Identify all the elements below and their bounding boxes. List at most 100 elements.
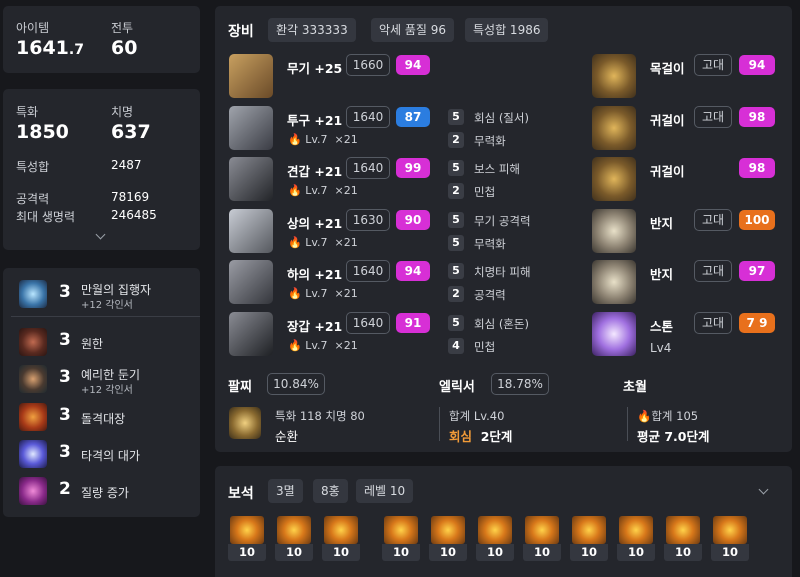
transcend-average: 평균 7.0단계 — [637, 429, 710, 444]
gear-name: 상의 +21 — [287, 216, 343, 231]
gem-level: 10 — [476, 544, 514, 561]
spec-value: 1850 — [16, 121, 69, 143]
gem-level: 10 — [228, 544, 266, 561]
quality-badge: 99 — [396, 158, 430, 178]
effect-level: 5 — [448, 263, 464, 279]
accessory-name: 귀걸이 — [650, 164, 685, 179]
gem-level: 10 — [429, 544, 467, 561]
engraving-row[interactable]: 3 원한 — [11, 324, 200, 360]
battle-level-label: 전투 — [111, 21, 134, 35]
gear-name: 장갑 +21 — [287, 319, 343, 334]
gem[interactable]: 10 — [228, 516, 266, 561]
engraving-row[interactable]: 3 만월의 집행자 +12 각인서 — [11, 276, 200, 312]
raid-captain-engraving-icon — [19, 403, 47, 431]
equipment-panel: 장비 환각 333333 악세 품질 96 특성합 1986 무기 +25 16… — [215, 6, 792, 452]
engraving-level: 3 — [59, 405, 71, 425]
engraving-book: +12 각인서 — [81, 300, 133, 311]
gloves-icon — [229, 312, 273, 356]
gems-chevron-down-icon[interactable] — [758, 484, 769, 495]
stats-panel: 특화 1850 치명 637 특성합 2487 공격력 78169 최대 생명력… — [3, 89, 200, 250]
engraving-row[interactable]: 3 돌격대장 — [11, 399, 200, 435]
shoulder-icon — [229, 157, 273, 201]
max-hp-value: 246485 — [111, 208, 157, 222]
gear-sub-level: 🔥 Lv.7 ×21 — [288, 236, 358, 249]
quality-badge: 97 — [739, 261, 775, 281]
gem-level: 10 — [570, 544, 608, 561]
moon-engraving-icon — [19, 280, 47, 308]
grudge-engraving-icon — [19, 328, 47, 356]
attack-label: 공격력 — [16, 192, 50, 206]
gem-icon — [431, 516, 465, 544]
gem[interactable]: 10 — [711, 516, 749, 561]
tag-annihilation: 3멸 — [268, 479, 303, 503]
effect-level: 5 — [448, 109, 464, 125]
accessory-name: 스톤 — [650, 319, 674, 334]
quality-badge: 100 — [739, 210, 775, 230]
effect-name: 무기 공격력 — [474, 214, 531, 228]
gem[interactable]: 10 — [382, 516, 420, 561]
item-level-pill: 1640 — [346, 312, 390, 334]
tag-illusion: 환각 333333 — [268, 18, 356, 42]
gem[interactable]: 10 — [275, 516, 313, 561]
gem[interactable]: 10 — [476, 516, 514, 561]
accessory-name: 귀걸이 — [650, 113, 685, 128]
bracelet-stats: 특화 118 치명 80 — [275, 409, 365, 423]
gear-name: 견갑 +21 — [287, 164, 343, 179]
fire-icon: 🔥 — [288, 236, 302, 249]
equipment-title: 장비 — [228, 24, 254, 40]
engraving-level: 3 — [59, 282, 71, 302]
item-level-value: 1641.7 — [16, 37, 84, 59]
elixir-effect: 회심 2단계 — [449, 429, 513, 444]
gem-level: 10 — [523, 544, 561, 561]
gem[interactable]: 10 — [429, 516, 467, 561]
tag-stat-sum: 특성합 1986 — [465, 18, 549, 42]
effect-level: 2 — [448, 183, 464, 199]
gem-icon — [525, 516, 559, 544]
engraving-row[interactable]: 2 질량 증가 — [11, 473, 200, 509]
fire-icon: 🔥 — [288, 339, 302, 352]
effect-level: 5 — [448, 160, 464, 176]
gem[interactable]: 10 — [664, 516, 702, 561]
grade-pill: 고대 — [694, 54, 732, 76]
effect-name: 민첩 — [474, 340, 496, 354]
fire-icon: 🔥 — [637, 409, 652, 423]
gear-name: 투구 +21 — [287, 113, 343, 128]
elixir-title: 엘릭서 — [439, 380, 475, 395]
gear-sub-level: 🔥 Lv.7 ×21 — [288, 287, 358, 300]
attack-value: 78169 — [111, 190, 150, 204]
engraving-row[interactable]: 3 타격의 대가 — [11, 436, 200, 472]
engraving-book: +12 각인서 — [81, 385, 133, 396]
helmet-icon — [229, 106, 273, 150]
weapon-icon — [229, 54, 273, 98]
quality-badge: 98 — [739, 107, 775, 127]
earring-icon — [592, 106, 636, 150]
gear-name: 무기 +25 — [287, 61, 343, 76]
gem[interactable]: 10 — [523, 516, 561, 561]
tag-accessory-quality: 악세 품질 96 — [371, 18, 455, 42]
gear-sub-level: 🔥 Lv.7 ×21 — [288, 339, 358, 352]
ring-icon — [592, 260, 636, 304]
gem-icon — [572, 516, 606, 544]
gem-level: 10 — [664, 544, 702, 561]
engraving-row[interactable]: 3 예리한 둔기 +12 각인서 — [11, 361, 200, 397]
gem[interactable]: 10 — [570, 516, 608, 561]
divider — [11, 316, 200, 317]
pants-icon — [229, 260, 273, 304]
effect-name: 공격력 — [474, 288, 506, 302]
accessory-name: 반지 — [650, 267, 674, 282]
gem-level: 10 — [382, 544, 420, 561]
grade-pill: 고대 — [694, 260, 732, 282]
item-level-pill: 1630 — [346, 209, 390, 231]
bracelet-percent: 10.84% — [267, 373, 325, 395]
mass-increase-engraving-icon — [19, 477, 47, 505]
transcend-title: 초월 — [623, 380, 647, 395]
effect-level: 5 — [448, 315, 464, 331]
tag-gem-level: 레벨 10 — [356, 479, 414, 503]
gem[interactable]: 10 — [617, 516, 655, 561]
gem[interactable]: 10 — [322, 516, 360, 561]
grade-pill: 고대 — [694, 312, 732, 334]
gem-icon — [666, 516, 700, 544]
gem-icon — [277, 516, 311, 544]
expand-chevron-icon[interactable] — [95, 229, 106, 240]
profile-panel: 아이템 1641.7 전투 60 — [3, 6, 200, 73]
